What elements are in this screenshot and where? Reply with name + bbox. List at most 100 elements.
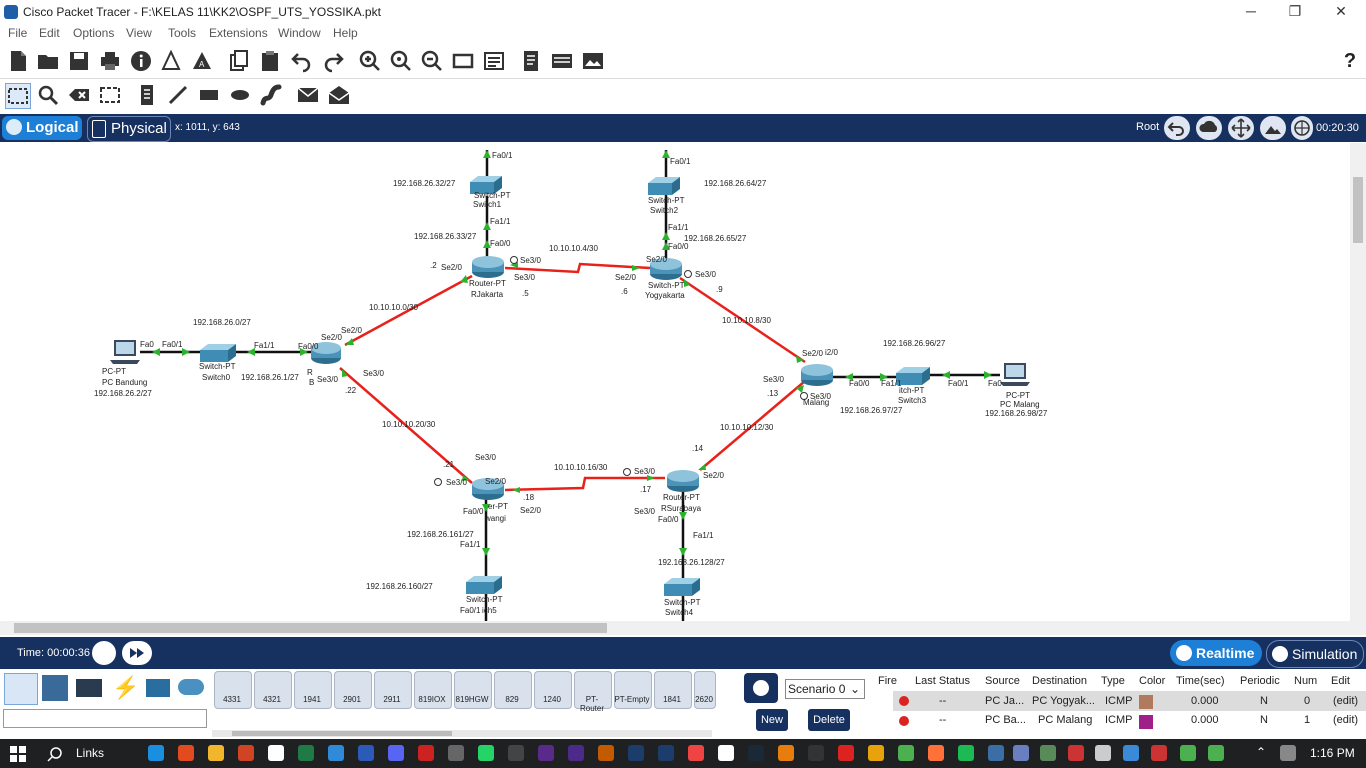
image-icon[interactable] xyxy=(581,49,605,73)
back-to-parent-icon[interactable] xyxy=(1164,116,1190,140)
maps-icon[interactable] xyxy=(1151,745,1167,761)
minimize-button[interactable]: ─ xyxy=(1228,0,1274,24)
spotify-icon[interactable] xyxy=(958,745,974,761)
column-header-last-status[interactable]: Last Status xyxy=(915,675,970,687)
column-header-destination[interactable]: Destination xyxy=(1032,675,1087,687)
drawing-palette-icon[interactable] xyxy=(451,49,475,73)
select-tool-icon[interactable] xyxy=(5,83,31,109)
misc-category-icon[interactable] xyxy=(146,679,170,697)
help-icon[interactable]: ? xyxy=(1338,50,1362,74)
pdu-edit-link[interactable]: (edit) xyxy=(1333,695,1358,707)
menu-file[interactable]: File xyxy=(8,26,27,40)
new-file-icon[interactable] xyxy=(6,49,30,73)
whatsapp-icon[interactable] xyxy=(478,745,494,761)
column-header-source[interactable]: Source xyxy=(985,675,1020,687)
taskbar-clock[interactable]: 1:16 PM xyxy=(1310,746,1355,760)
fire-pdu-icon[interactable] xyxy=(899,716,909,726)
mail-icon[interactable] xyxy=(268,745,284,761)
vertical-scroll-thumb[interactable] xyxy=(1353,177,1363,243)
undo-icon[interactable] xyxy=(290,49,314,73)
column-header-color[interactable]: Color xyxy=(1139,675,1165,687)
pc-bandung[interactable] xyxy=(110,340,140,364)
column-header-periodic[interactable]: Periodic xyxy=(1240,675,1280,687)
add-complex-pdu-icon[interactable] xyxy=(327,83,351,107)
premiere-icon[interactable] xyxy=(538,745,554,761)
pdu-edit-link[interactable]: (edit) xyxy=(1333,714,1358,726)
notes-icon[interactable] xyxy=(519,49,543,73)
menu-help[interactable]: Help xyxy=(333,26,358,40)
column-header-type[interactable]: Type xyxy=(1101,675,1125,687)
fast-forward-icon[interactable] xyxy=(122,641,152,665)
epic-games-icon[interactable] xyxy=(808,745,824,761)
move-object-icon[interactable] xyxy=(1228,116,1254,140)
word-icon[interactable] xyxy=(358,745,374,761)
taskbar-search-label[interactable]: Links xyxy=(76,746,104,760)
switch-switch0[interactable] xyxy=(200,344,236,362)
network-devices-category-icon[interactable] xyxy=(4,673,38,705)
menu-extensions[interactable]: Extensions xyxy=(209,26,268,40)
fire-pdu-icon[interactable] xyxy=(899,696,909,706)
app-white-icon[interactable] xyxy=(718,745,734,761)
powerpoint-icon[interactable] xyxy=(238,745,254,761)
app-blue-icon[interactable] xyxy=(988,745,1004,761)
illustrator-icon[interactable] xyxy=(598,745,614,761)
custom-devices-icon[interactable] xyxy=(482,49,506,73)
zoom-in-icon[interactable] xyxy=(358,49,382,73)
delete-tool-icon[interactable] xyxy=(67,83,91,107)
paste-icon[interactable] xyxy=(258,49,282,73)
app-target-icon[interactable] xyxy=(838,745,854,761)
router-rmalang[interactable] xyxy=(801,364,833,386)
photoshop-icon[interactable] xyxy=(628,745,644,761)
device-list-scrollbar[interactable] xyxy=(212,730,712,737)
firefox-icon[interactable] xyxy=(928,745,944,761)
column-header-time[interactable]: Time(sec) xyxy=(1176,675,1224,687)
steam-icon[interactable] xyxy=(748,745,764,761)
redo-icon[interactable] xyxy=(321,49,345,73)
zoom-out-icon[interactable] xyxy=(420,49,444,73)
column-header-fire[interactable]: Fire xyxy=(878,675,897,687)
app-orange-icon[interactable] xyxy=(868,745,884,761)
virtualbox-icon[interactable] xyxy=(1013,745,1029,761)
menu-window[interactable]: Window xyxy=(278,26,321,40)
draw-rectangle-icon[interactable] xyxy=(197,83,221,107)
inspect-tool-icon[interactable] xyxy=(36,83,60,107)
excel-icon[interactable] xyxy=(298,745,314,761)
connections-category-icon[interactable]: ⚡ xyxy=(112,675,139,701)
save-icon[interactable] xyxy=(67,49,91,73)
network-wizard-icon[interactable] xyxy=(159,49,183,73)
switch-switch5[interactable] xyxy=(466,576,502,594)
packet-tracer-taskbar-icon[interactable] xyxy=(1123,745,1139,761)
blender-icon[interactable] xyxy=(778,745,794,761)
delete-scenario-button[interactable]: Delete xyxy=(808,709,850,731)
set-tiled-background-icon[interactable] xyxy=(1260,116,1286,140)
zoom-reset-icon[interactable] xyxy=(389,49,413,73)
router-rsurabaya[interactable] xyxy=(667,470,699,492)
windows-start-icon[interactable] xyxy=(10,746,26,762)
chrome-profile-icon[interactable] xyxy=(1208,745,1224,761)
chrome-alt-icon[interactable] xyxy=(1180,745,1196,761)
settings-gear-icon[interactable] xyxy=(1095,745,1111,761)
switch-switch2[interactable] xyxy=(648,177,680,195)
github-icon[interactable] xyxy=(448,745,464,761)
resize-tool-icon[interactable] xyxy=(98,83,122,107)
column-header-edit[interactable]: Edit xyxy=(1331,675,1350,687)
file-explorer-icon[interactable] xyxy=(208,745,224,761)
horizontal-scroll-thumb[interactable] xyxy=(14,623,607,633)
device-dialog-icon[interactable] xyxy=(550,49,574,73)
inspect-pdu-button[interactable] xyxy=(744,673,778,703)
app-t-icon[interactable] xyxy=(418,745,434,761)
office-icon[interactable] xyxy=(178,745,194,761)
open-folder-icon[interactable] xyxy=(36,49,60,73)
close-button[interactable]: ✕ xyxy=(1318,0,1364,24)
router-rjakarta[interactable] xyxy=(472,256,504,278)
simulation-mode-button[interactable]: Simulation xyxy=(1266,640,1364,668)
menu-options[interactable]: Options xyxy=(73,26,114,40)
components-category-icon[interactable] xyxy=(76,679,102,697)
menu-edit[interactable]: Edit xyxy=(39,26,60,40)
discord-icon[interactable] xyxy=(388,745,404,761)
end-devices-category-icon[interactable] xyxy=(42,675,68,701)
menu-view[interactable]: View xyxy=(126,26,152,40)
tab-physical[interactable]: Physical xyxy=(87,116,171,142)
place-note-icon[interactable] xyxy=(135,83,159,107)
tab-logical[interactable]: Logical xyxy=(2,116,82,140)
